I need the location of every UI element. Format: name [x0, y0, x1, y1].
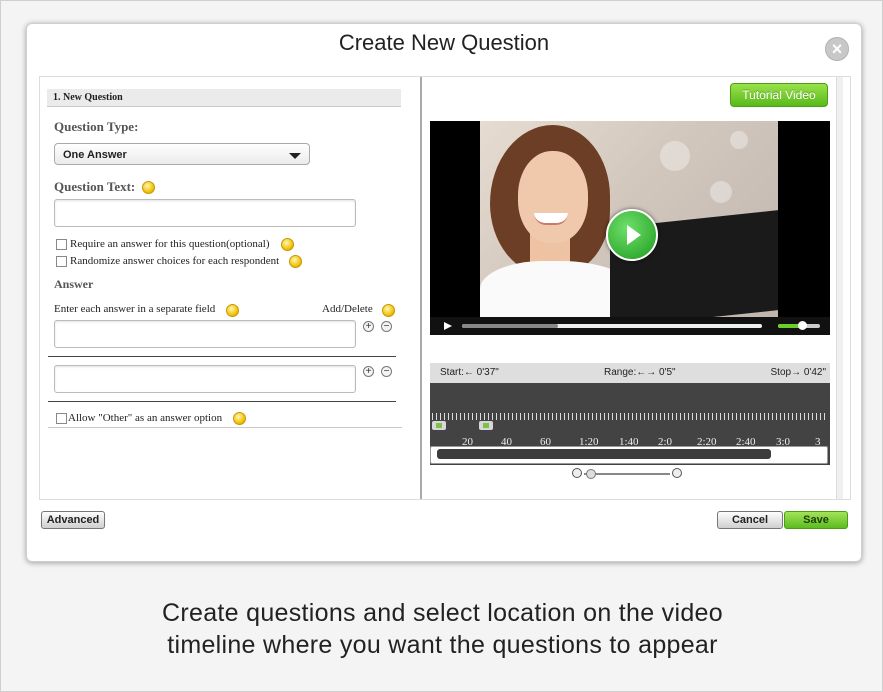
close-icon[interactable]: × [825, 37, 849, 61]
add-answer-button[interactable]: + [363, 366, 374, 377]
delete-answer-button[interactable]: − [381, 321, 392, 332]
answer-input-1[interactable] [54, 320, 356, 348]
volume-fill [778, 324, 800, 328]
range-info-bar: Start:← 0'37" Range:←→ 0'5" Stop→ 0'42" [430, 363, 830, 383]
play-small-icon[interactable] [444, 322, 452, 330]
allow-other-checkbox[interactable] [56, 413, 67, 424]
video-player[interactable] [430, 121, 830, 335]
divider [48, 356, 396, 357]
question-type-value: One Answer [63, 149, 127, 161]
zoom-out-icon[interactable] [572, 468, 582, 478]
tutorial-video-button[interactable]: Tutorial Video [730, 83, 828, 107]
randomize-label: Randomize answer choices for each respon… [70, 255, 280, 267]
video-panel: Tutorial Video Start:← 0'37" Range:←→ 0'… [422, 77, 850, 499]
timeline-ticks [432, 413, 826, 420]
range-time: Range:←→ 0'5" [604, 367, 676, 378]
help-icon[interactable] [382, 304, 395, 317]
question-text-input[interactable] [54, 199, 356, 227]
bokeh-shape [660, 141, 690, 171]
allow-other-label: Allow "Other" as an answer option [68, 412, 223, 424]
timeline[interactable]: 20 40 60 1:20 1:40 2:0 2:20 2:40 3:0 3 [430, 383, 830, 465]
answer-instruction: Enter each answer in a separate field [54, 303, 216, 315]
cancel-button[interactable]: Cancel [717, 511, 783, 529]
section-header: 1. New Question [47, 89, 401, 107]
question-type-label: Question Type: [54, 119, 139, 134]
start-marker[interactable] [432, 421, 446, 430]
help-icon[interactable] [289, 255, 302, 268]
add-answer-button[interactable]: + [363, 321, 374, 332]
stop-time: Stop→ 0'42" [770, 367, 827, 378]
randomize-checkbox[interactable] [56, 256, 67, 267]
help-icon[interactable] [142, 181, 155, 194]
caption-line-1: Create questions and select location on … [162, 599, 723, 627]
help-icon[interactable] [233, 412, 246, 425]
zoom-control [572, 468, 684, 480]
advanced-button[interactable]: Advanced [41, 511, 105, 529]
question-type-select[interactable]: One Answer [54, 143, 310, 165]
person-face-shape [518, 151, 588, 243]
screenshot-frame: Create New Question × 1. New Question Qu… [0, 0, 883, 692]
caption-line-2: timeline where you want the questions to… [167, 631, 718, 659]
timeline-scrollbar[interactable] [430, 446, 828, 464]
timeline-scroll-thumb[interactable] [437, 449, 771, 459]
answer-heading: Answer [54, 277, 94, 291]
require-answer-label: Require an answer for this question(opti… [70, 238, 270, 250]
volume-knob[interactable] [798, 321, 807, 330]
answer-input-2[interactable] [54, 365, 356, 393]
question-form-panel: 1. New Question Question Type: One Answe… [40, 77, 422, 499]
add-delete-label: Add/Delete [322, 303, 373, 315]
divider [48, 401, 396, 402]
zoom-in-icon[interactable] [672, 468, 682, 478]
delete-answer-button[interactable]: − [381, 366, 392, 377]
zoom-slider[interactable] [584, 473, 670, 475]
bokeh-shape [710, 181, 732, 203]
save-button[interactable]: Save [784, 511, 848, 529]
chevron-down-icon [289, 153, 301, 159]
question-text-label: Question Text: [54, 179, 136, 194]
divider [48, 427, 402, 428]
require-answer-checkbox[interactable] [56, 239, 67, 250]
play-icon[interactable] [606, 209, 658, 261]
seek-buffered [462, 324, 558, 328]
dialog-title: Create New Question [338, 30, 550, 55]
stop-marker[interactable] [479, 421, 493, 430]
bokeh-shape [730, 131, 748, 149]
create-question-dialog: Create New Question × 1. New Question Qu… [26, 23, 862, 562]
help-icon[interactable] [281, 238, 294, 251]
caption: Create questions and select location on … [1, 597, 883, 661]
help-icon[interactable] [226, 304, 239, 317]
zoom-knob[interactable] [586, 469, 596, 479]
video-controls [430, 317, 830, 335]
seek-bar[interactable] [462, 324, 762, 328]
panel-scrollbar[interactable] [836, 77, 843, 499]
start-time: Start:← 0'37" [440, 367, 499, 378]
dialog-content: 1. New Question Question Type: One Answe… [39, 76, 851, 500]
